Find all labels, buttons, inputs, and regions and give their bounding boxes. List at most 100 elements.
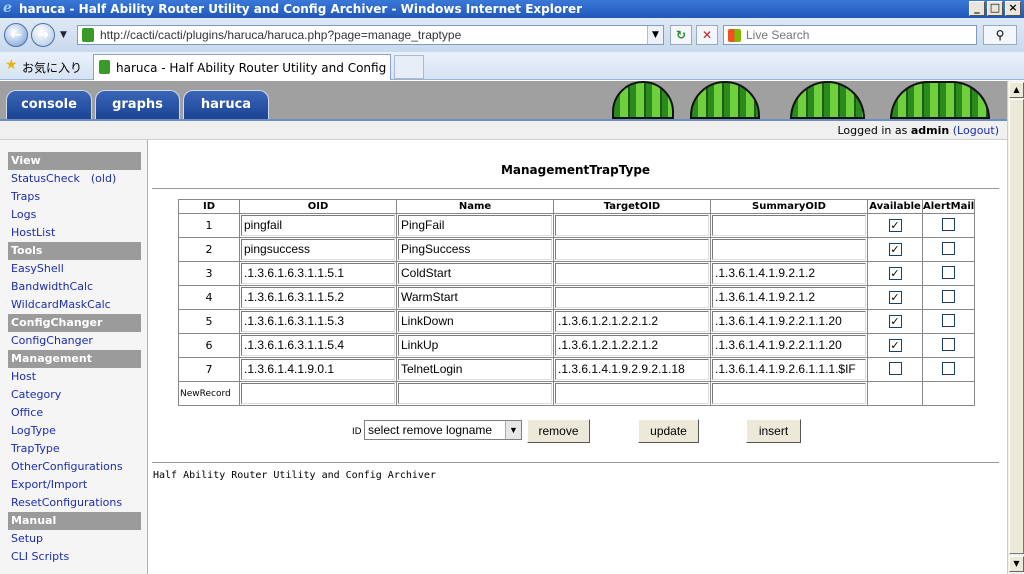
favorites-label[interactable]: お気に入り: [22, 59, 82, 76]
name-input[interactable]: WarmStart: [398, 287, 552, 308]
alertmail-checkbox[interactable]: [942, 241, 956, 255]
url-input[interactable]: [100, 27, 640, 43]
targetoid-input[interactable]: [555, 263, 709, 284]
available-checkbox[interactable]: ✓: [888, 339, 902, 352]
alertmail-checkbox[interactable]: [942, 217, 956, 231]
forward-button[interactable]: →: [31, 23, 55, 47]
oid-input[interactable]: .1.3.6.1.4.1.9.0.1: [241, 359, 395, 380]
url-dropdown-icon[interactable]: ▼: [647, 26, 663, 44]
targetoid-input[interactable]: .1.3.6.1.2.1.2.2.1.2: [555, 335, 709, 356]
alertmail-checkbox[interactable]: [942, 337, 956, 351]
name-input[interactable]: LinkUp: [398, 335, 552, 356]
sidebar-item-host[interactable]: Host: [8, 368, 141, 386]
targetoid-input[interactable]: .1.3.6.1.4.1.9.2.9.2.1.18: [555, 359, 709, 380]
tab-haruca[interactable]: haruca: [183, 90, 269, 119]
targetoid-input[interactable]: .1.3.6.1.2.1.2.2.1.2: [555, 311, 709, 332]
sidebar-item-configchanger[interactable]: ConfigChanger: [8, 332, 141, 350]
chevron-down-icon[interactable]: ▼: [505, 421, 521, 439]
refresh-button[interactable]: ↻: [670, 25, 692, 45]
alertmail-checkbox[interactable]: [942, 361, 956, 375]
sidebar-item-traps[interactable]: Traps: [8, 188, 141, 206]
sidebar-item-logtype[interactable]: LogType: [8, 422, 141, 440]
sidebar-item-cli-scripts[interactable]: CLI Scripts: [8, 548, 141, 566]
sidebar-item-export-import[interactable]: Export/Import: [8, 476, 141, 494]
summaryoid-input[interactable]: [712, 215, 866, 236]
history-dropdown-icon[interactable]: ▼: [60, 30, 67, 40]
oid-input[interactable]: .1.3.6.1.6.3.1.1.5.2: [241, 287, 395, 308]
new-tab-button[interactable]: [394, 55, 424, 79]
sidebar-item-setup[interactable]: Setup: [8, 530, 141, 548]
oid-input[interactable]: pingsuccess: [241, 239, 395, 260]
available-checkbox[interactable]: ✓: [888, 219, 902, 232]
available-checkbox[interactable]: ✓: [888, 267, 902, 280]
minimize-button[interactable]: _: [969, 1, 985, 16]
sidebar-item-category[interactable]: Category: [8, 386, 141, 404]
remove-logname-select[interactable]: select remove logname ▼: [364, 420, 522, 440]
tab-graphs[interactable]: graphs: [95, 90, 180, 119]
available-checkbox[interactable]: ✓: [888, 291, 902, 304]
stop-button[interactable]: ✕: [696, 25, 718, 45]
oid-input[interactable]: .1.3.6.1.6.3.1.1.5.4: [241, 335, 395, 356]
name-input[interactable]: PingSuccess: [398, 239, 552, 260]
table-cell: .1.3.6.1.4.1.9.2.1.2: [710, 285, 868, 310]
alertmail-checkbox[interactable]: [942, 289, 956, 303]
table-cell: [921, 333, 976, 358]
sidebar-item-bandwidthcalc[interactable]: BandwidthCalc: [8, 278, 141, 296]
oid-input[interactable]: .1.3.6.1.6.3.1.1.5.3: [241, 311, 395, 332]
search-button[interactable]: ⚲: [983, 25, 1017, 45]
close-window-button[interactable]: ×: [1005, 1, 1021, 16]
alertmail-checkbox[interactable]: [942, 265, 956, 279]
name-input[interactable]: TelnetLogin: [398, 359, 552, 380]
sidebar-item-otherconfigurations[interactable]: OtherConfigurations: [8, 458, 141, 476]
available-checkbox[interactable]: ✓: [888, 243, 902, 256]
table-cell: .1.3.6.1.4.1.9.0.1: [239, 357, 397, 382]
sidebar-item-wildcardmaskcalc[interactable]: WildcardMaskCalc: [8, 296, 141, 314]
scrollbar-thumb[interactable]: [1009, 99, 1024, 554]
search-input[interactable]: [746, 27, 966, 43]
sidebar-item-logs[interactable]: Logs: [8, 206, 141, 224]
available-checkbox[interactable]: ✓: [888, 315, 902, 328]
available-checkbox[interactable]: [888, 361, 902, 375]
alertmail-checkbox[interactable]: [942, 313, 956, 327]
favorites-star-icon[interactable]: ★: [5, 57, 18, 73]
targetoid-input[interactable]: [555, 287, 709, 308]
summaryoid-input[interactable]: .1.3.6.1.4.1.9.2.1.2: [712, 287, 866, 308]
summaryoid-input[interactable]: .1.3.6.1.4.1.9.2.1.2: [712, 263, 866, 284]
new-targetoid-input[interactable]: [555, 383, 709, 404]
new-oid-input[interactable]: [241, 383, 395, 404]
targetoid-input[interactable]: [555, 215, 709, 236]
vertical-scrollbar[interactable]: ▲ ▼: [1007, 81, 1024, 574]
sidebar-item-easyshell[interactable]: EasyShell: [8, 260, 141, 278]
sidebar-item-office[interactable]: Office: [8, 404, 141, 422]
remove-button[interactable]: remove: [527, 419, 590, 443]
summaryoid-input[interactable]: .1.3.6.1.4.1.9.2.6.1.1.1.$IF: [712, 359, 866, 380]
new-name-input[interactable]: [398, 383, 552, 404]
sidebar-item-hostlist[interactable]: HostList: [8, 224, 141, 242]
summaryoid-input[interactable]: [712, 239, 866, 260]
targetoid-input[interactable]: [555, 239, 709, 260]
name-input[interactable]: PingFail: [398, 215, 552, 236]
logout-link[interactable]: (Logout): [953, 124, 999, 137]
tab-console[interactable]: console: [6, 90, 92, 119]
update-button[interactable]: update: [638, 419, 699, 443]
sidebar-item-statuscheck-old[interactable]: StatusCheck (old): [8, 170, 141, 188]
summaryoid-input[interactable]: .1.3.6.1.4.1.9.2.2.1.1.20: [712, 311, 866, 332]
maximize-button[interactable]: □: [987, 1, 1003, 16]
summaryoid-input[interactable]: .1.3.6.1.4.1.9.2.2.1.1.20: [712, 335, 866, 356]
insert-button[interactable]: insert: [746, 419, 801, 443]
live-search-field[interactable]: [723, 25, 977, 45]
oid-input[interactable]: .1.3.6.1.6.3.1.1.5.1: [241, 263, 395, 284]
scroll-down-icon[interactable]: ▼: [1009, 556, 1024, 572]
name-input[interactable]: ColdStart: [398, 263, 552, 284]
back-button[interactable]: ←: [4, 23, 28, 47]
url-field[interactable]: ▼: [77, 25, 664, 45]
scroll-up-icon[interactable]: ▲: [1009, 82, 1024, 98]
browser-tab-haruca[interactable]: haruca - Half Ability Router Utility and…: [93, 54, 391, 80]
new-summaryoid-input[interactable]: [712, 383, 866, 404]
oid-input[interactable]: pingfail: [241, 215, 395, 236]
sidebar-item-traptype[interactable]: TrapType: [8, 440, 141, 458]
table-row: 5.1.3.6.1.6.3.1.1.5.3 LinkDown .1.3.6.1.2.…: [178, 309, 976, 334]
table-cell: [553, 261, 711, 286]
name-input[interactable]: LinkDown: [398, 311, 552, 332]
sidebar-item-resetconfigurations[interactable]: ResetConfigurations: [8, 494, 141, 512]
